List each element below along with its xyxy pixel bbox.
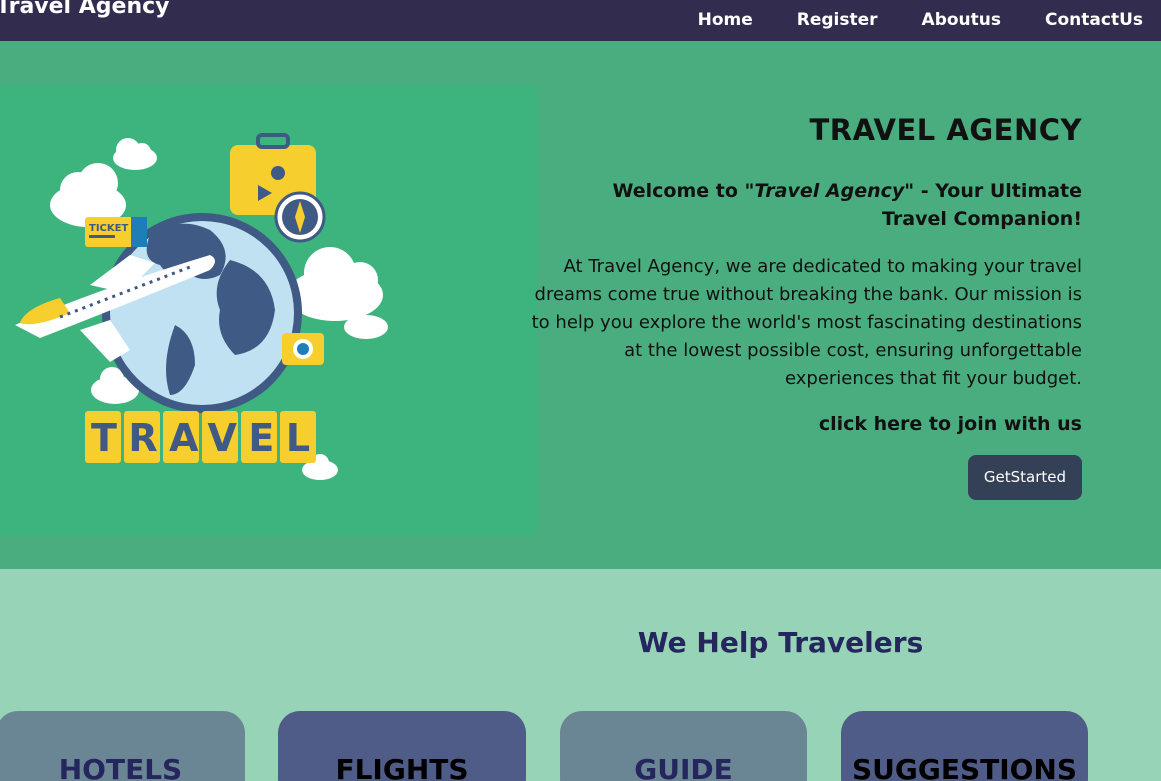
globe-plane-illustration: TICKET TRAVEL: [15, 133, 388, 480]
cta-label: click here to join with us: [818, 413, 1082, 435]
welcome-prefix: Welcome to: [612, 180, 745, 202]
top-navbar: Travel Agency Home Register Aboutus Cont…: [0, 0, 1161, 41]
services-title: We Help Travelers: [637, 626, 924, 659]
travel-illustration: TICKET TRAVEL: [0, 85, 537, 535]
nav-link-aboutus[interactable]: Aboutus: [922, 10, 1001, 30]
nav-link-contactus[interactable]: ContactUs: [1045, 10, 1143, 30]
nav-link-register[interactable]: Register: [797, 10, 878, 30]
service-card-flights[interactable]: FLIGHTS: [278, 711, 526, 781]
service-card-guide[interactable]: GUIDE: [560, 711, 807, 781]
travel-tiles-text: TRAVEL: [91, 416, 322, 460]
service-card-hotels[interactable]: HOTELS: [0, 711, 245, 781]
welcome-name: "Travel Agency": [744, 180, 915, 202]
ticket-label: TICKET: [89, 223, 128, 234]
hero-description: At Travel Agency, we are dedicated to ma…: [531, 256, 1082, 389]
hero-section: TICKET TRAVEL TRAVEL AGENCY Welcome to "…: [0, 41, 1161, 569]
get-started-button[interactable]: GetStarted: [967, 455, 1082, 500]
hero-text: TRAVEL AGENCY Welcome to "Travel Agency"…: [522, 113, 1082, 500]
nav-link-home[interactable]: Home: [698, 10, 753, 30]
nav-links: Home Register Aboutus ContactUs: [654, 10, 1143, 30]
brand-logo[interactable]: Travel Agency: [0, 0, 170, 19]
hero-welcome: Welcome to "Travel Agency" - Your Ultima…: [612, 177, 1082, 233]
hero-title: TRAVEL AGENCY: [809, 113, 1082, 147]
service-card-suggestions[interactable]: SUGGESTIONS: [841, 711, 1088, 781]
